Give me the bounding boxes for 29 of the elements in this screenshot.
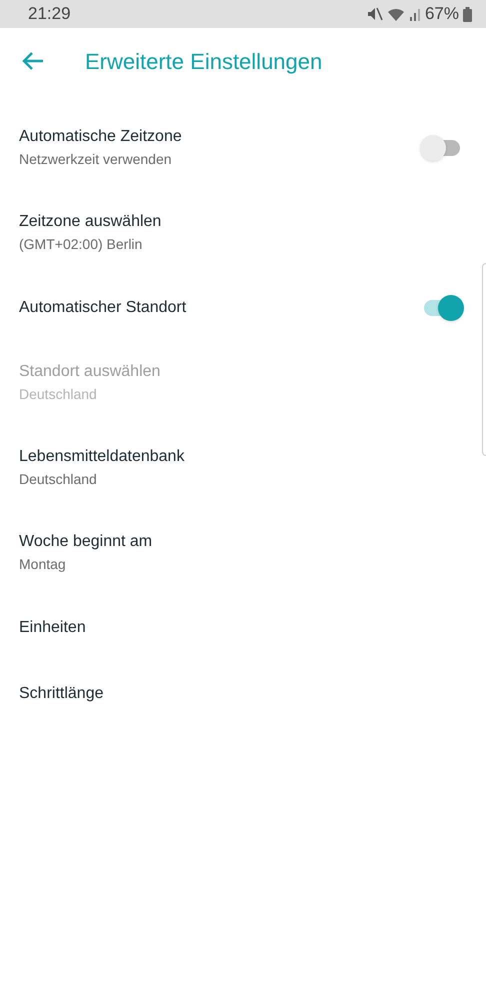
setting-row[interactable]: Einheiten: [0, 595, 486, 661]
setting-row[interactable]: Woche beginnt am Montag: [0, 510, 486, 595]
setting-title: Lebensmitteldatenbank: [19, 447, 184, 467]
edge-handle[interactable]: [482, 263, 486, 456]
setting-title: Schrittlänge: [19, 684, 104, 704]
setting-title: Woche beginnt am: [19, 532, 152, 552]
signal-icon: [408, 7, 421, 21]
setting-title: Zeitzone auswählen: [19, 212, 162, 232]
setting-title: Automatischer Standort: [19, 298, 186, 318]
battery-icon: [463, 6, 472, 22]
setting-row[interactable]: Automatische Zeitzone Netzwerkzeit verwenden: [0, 105, 486, 190]
setting-subtitle: Netzwerkzeit verwenden: [19, 150, 173, 169]
mute-icon: [366, 7, 383, 21]
battery-percent: 67%: [424, 3, 459, 26]
setting-subtitle: (GMT+02:00) Berlin: [19, 235, 144, 254]
wifi-icon: [386, 7, 405, 21]
setting-subtitle: Deutschland: [19, 470, 98, 489]
status-time: 21:29: [28, 3, 71, 26]
setting-subtitle: Montag: [19, 555, 67, 574]
setting-title: Automatische Zeitzone: [19, 127, 182, 147]
setting-row[interactable]: Schrittlänge: [0, 661, 486, 727]
page-title: Erweiterte Einstellungen: [85, 48, 322, 76]
setting-title: Standort auswählen: [19, 362, 160, 382]
setting-row[interactable]: Automatischer Standort: [0, 275, 486, 340]
setting-row[interactable]: Zeitzone auswählen (GMT+02:00) Berlin: [0, 190, 486, 275]
back-arrow-icon[interactable]: [22, 51, 44, 71]
setting-row[interactable]: Lebensmitteldatenbank Deutschland: [0, 425, 486, 510]
setting-title: Einheiten: [19, 618, 86, 638]
setting-subtitle: Deutschland: [19, 385, 98, 404]
